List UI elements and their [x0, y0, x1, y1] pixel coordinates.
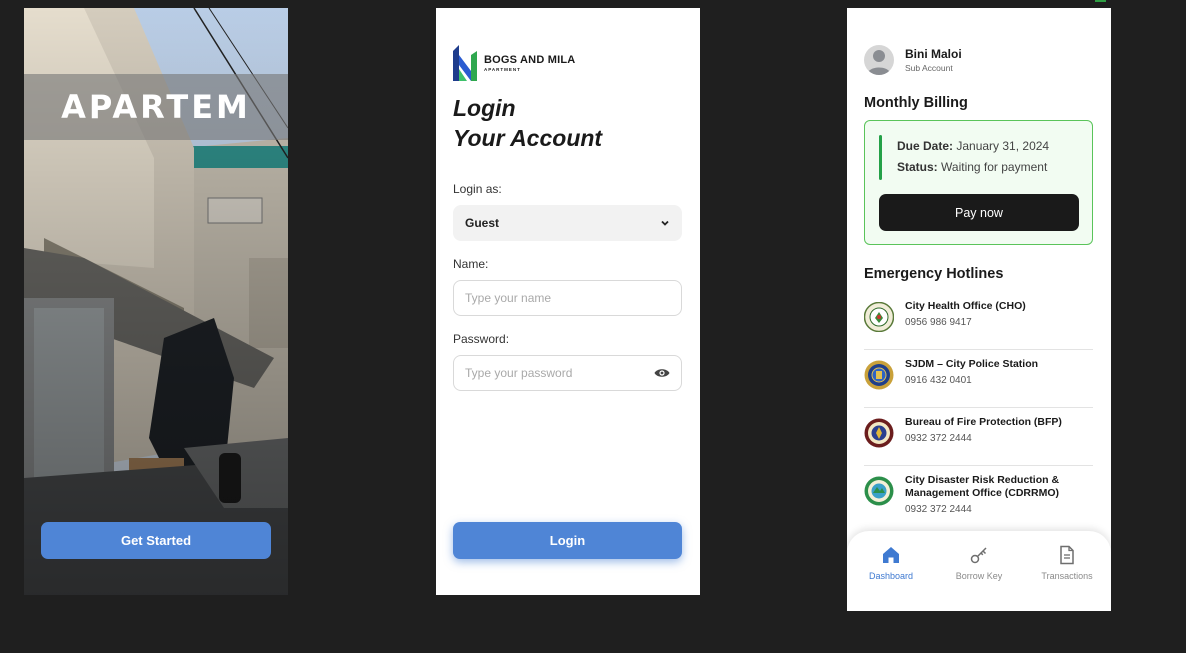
hotline-item[interactable]: SJDM – City Police Station 0916 432 0401 — [864, 358, 1093, 390]
get-started-button[interactable]: Get Started — [41, 522, 271, 559]
login-as-value: Guest — [465, 216, 500, 230]
nav-dashboard[interactable]: Dashboard — [851, 545, 931, 611]
corner-indicator — [1095, 0, 1106, 2]
nav-transactions-label: Transactions — [1041, 571, 1093, 581]
hotline-name-line-2: Management Office (CDRRMO) — [905, 487, 1060, 499]
billing-accent-bar — [879, 135, 882, 180]
user-header: Bini Maloi Sub Account — [864, 45, 962, 75]
due-date-value: January 31, 2024 — [956, 139, 1050, 153]
password-field[interactable] — [453, 355, 682, 391]
nav-borrow-key-label: Borrow Key — [955, 571, 1003, 581]
due-date-line: Due Date: January 31, 2024 — [897, 139, 1049, 153]
police-seal-icon — [864, 360, 894, 390]
hotline-number: 0932 372 2444 — [905, 433, 972, 444]
document-icon — [1060, 545, 1074, 565]
eye-icon[interactable] — [654, 367, 670, 379]
hotline-number: 0932 372 2444 — [905, 504, 972, 515]
billing-title: Monthly Billing — [864, 95, 968, 111]
status-value: Waiting for payment — [941, 160, 1048, 174]
divider — [864, 465, 1093, 466]
dashboard-screen: Bini Maloi Sub Account Monthly Billing D… — [847, 8, 1111, 611]
pay-now-button[interactable]: Pay now — [879, 194, 1079, 231]
hotline-number: 0956 986 9417 — [905, 317, 972, 328]
hotline-name: SJDM – City Police Station — [905, 358, 1039, 370]
cho-seal-icon — [864, 302, 894, 332]
divider — [864, 349, 1093, 350]
nav-borrow-key[interactable]: Borrow Key — [939, 545, 1019, 611]
brand-name: BOGS AND MILA — [484, 54, 576, 66]
brand-logo: BOGS AND MILA APARTMENT — [453, 45, 575, 81]
password-label: Password: — [453, 332, 510, 346]
user-avatar-icon — [867, 50, 891, 75]
bfp-seal-icon — [864, 418, 894, 448]
app-title-band: APARTEM — [24, 74, 288, 140]
hotline-name-line-1: City Disaster Risk Reduction & — [905, 474, 1060, 486]
hotline-name: Bureau of Fire Protection (BFP) — [905, 416, 1062, 428]
hotline-item[interactable]: Bureau of Fire Protection (BFP) 0932 372… — [864, 416, 1093, 448]
chevron-down-icon — [661, 220, 669, 226]
app-title: APARTEM — [61, 88, 251, 126]
name-label: Name: — [453, 257, 489, 271]
key-icon — [970, 547, 987, 564]
login-as-select[interactable]: Guest — [453, 205, 682, 241]
hotline-name: City Health Office (CHO) — [905, 300, 1026, 312]
name-input[interactable] — [465, 291, 645, 305]
splash-screen: APARTEM Get Started — [24, 8, 288, 595]
hotlines-title: Emergency Hotlines — [864, 266, 1004, 282]
status-line: Status: Waiting for payment — [897, 160, 1047, 174]
heading-line-2: Your Account — [453, 125, 603, 151]
nav-dashboard-label: Dashboard — [868, 571, 914, 581]
name-field[interactable] — [453, 280, 682, 316]
avatar[interactable] — [864, 45, 894, 75]
hotline-number: 0916 432 0401 — [905, 375, 972, 386]
login-heading: Login Your Account — [453, 93, 602, 153]
cdrrmo-seal-icon — [864, 476, 894, 506]
bottom-navigation: Dashboard Borrow Key Transactions — [847, 531, 1111, 611]
heading-line-1: Login — [453, 95, 516, 121]
nav-transactions[interactable]: Transactions — [1027, 545, 1107, 611]
login-button[interactable]: Login — [453, 522, 682, 559]
divider — [864, 407, 1093, 408]
hotline-item[interactable]: City Disaster Risk Reduction & Managemen… — [864, 474, 1093, 515]
due-date-label: Due Date: — [897, 139, 954, 153]
hotline-item[interactable]: City Health Office (CHO) 0956 986 9417 — [864, 300, 1093, 332]
login-as-label: Login as: — [453, 182, 502, 196]
user-name: Bini Maloi — [905, 47, 962, 61]
building-logo-icon — [453, 45, 477, 81]
billing-card: Due Date: January 31, 2024 Status: Waiti… — [864, 120, 1093, 245]
brand-subtitle: APARTMENT — [484, 67, 521, 72]
password-input[interactable] — [465, 366, 645, 380]
status-label: Status: — [897, 160, 938, 174]
login-screen: BOGS AND MILA APARTMENT Login Your Accou… — [436, 8, 700, 595]
user-role: Sub Account — [905, 63, 953, 73]
home-icon — [883, 547, 899, 563]
